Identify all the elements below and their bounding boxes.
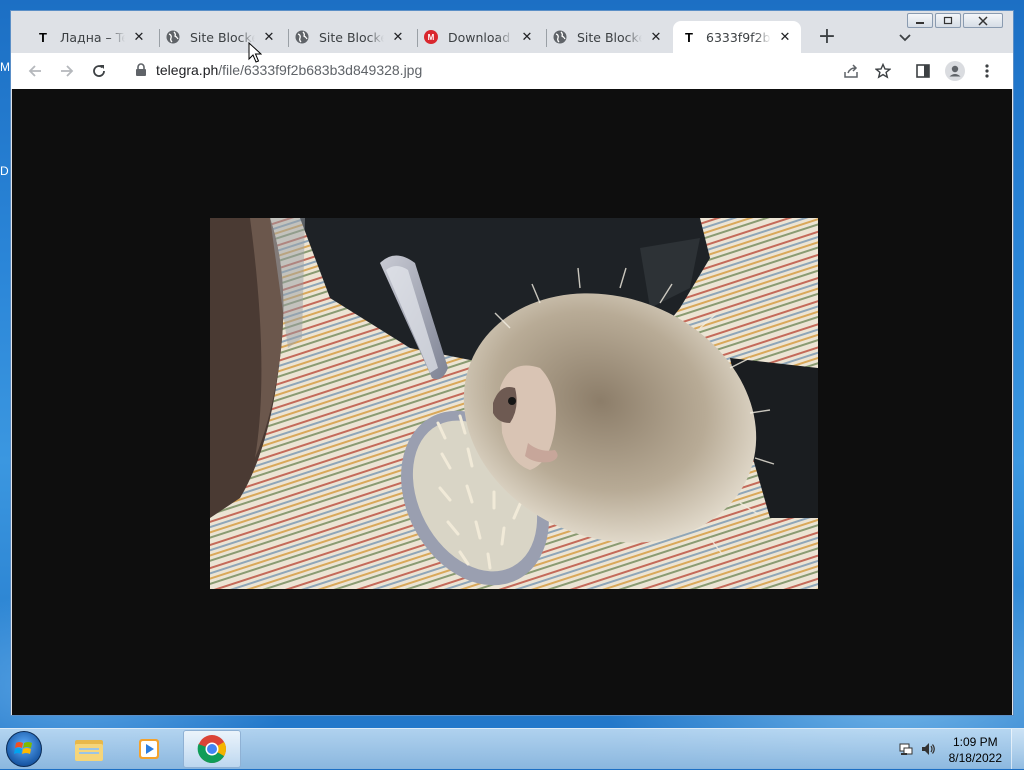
hedgehog-image: [210, 218, 818, 589]
browser-window: T Ладна – Telegraph ✕ Site Blocked ✕ Sit…: [10, 10, 1014, 716]
tab-close-icon[interactable]: ✕: [648, 29, 664, 45]
back-button[interactable]: [25, 61, 45, 81]
tab-close-icon[interactable]: ✕: [131, 29, 147, 45]
system-clock[interactable]: 1:09 PM 8/18/2022: [949, 734, 1002, 766]
share-icon: [844, 64, 858, 78]
tab-site-blocked[interactable]: Site Blocked ✕: [544, 21, 672, 53]
telegraph-t-icon: T: [685, 29, 693, 45]
tab-mega-download[interactable]: M Download - MEGA ✕: [415, 21, 543, 53]
tab-title: Download - MEGA: [448, 29, 513, 45]
tab-telegraph[interactable]: T Ладна – Telegraph ✕: [27, 21, 155, 53]
profile-button[interactable]: [945, 61, 965, 81]
reload-button[interactable]: [89, 61, 109, 81]
tab-close-icon[interactable]: ✕: [390, 29, 406, 45]
browser-menu-button[interactable]: [977, 61, 997, 81]
browser-toolbar: telegra.ph/file/6333f9f2b683b3d849328.jp…: [11, 53, 1013, 89]
windows-logo-icon: [14, 742, 32, 754]
tab-site-blocked[interactable]: Site Blocked ✕: [286, 21, 414, 53]
tab-title: 6333f9f2b683b3d849328.jpg: [706, 29, 771, 45]
taskbar-chrome-button[interactable]: [183, 730, 241, 768]
tab-close-icon[interactable]: ✕: [261, 29, 277, 45]
tab-title: Site Blocked: [190, 29, 255, 45]
globe-icon: [552, 29, 568, 45]
volume-icon[interactable]: [920, 741, 936, 757]
desktop-icon-label-partial: D: [0, 164, 9, 178]
share-button[interactable]: [841, 61, 861, 81]
forward-icon: [61, 65, 74, 77]
address-bar[interactable]: telegra.ph/file/6333f9f2b683b3d849328.jp…: [156, 62, 422, 78]
url-host: telegra.ph: [156, 62, 219, 78]
chevron-down-icon: [899, 34, 911, 42]
menu-icon: [985, 64, 989, 78]
tab-search-button[interactable]: [897, 29, 913, 45]
side-panel-icon: [916, 64, 930, 78]
lock-icon[interactable]: [135, 63, 147, 77]
tab-close-icon[interactable]: ✕: [777, 29, 793, 45]
clock-date: 8/18/2022: [948, 751, 1002, 765]
show-desktop-button[interactable]: [1011, 729, 1024, 769]
new-tab-button[interactable]: +: [817, 26, 837, 48]
desktop-icon-label-partial: M: [0, 60, 10, 74]
tab-close-icon[interactable]: ✕: [519, 29, 535, 45]
network-icon[interactable]: [898, 741, 914, 757]
forward-button[interactable]: [57, 61, 77, 81]
tab-title: Site Blocked: [577, 29, 642, 45]
folder-icon: [75, 740, 103, 761]
tab-title: Site Blocked: [319, 29, 384, 45]
page-viewport: [12, 89, 1012, 715]
taskbar-media-player-button[interactable]: [120, 730, 178, 768]
profile-icon: [945, 61, 965, 81]
clock-time: 1:09 PM: [952, 735, 998, 749]
tab-active-image[interactable]: T 6333f9f2b683b3d849328.jpg ✕: [673, 21, 801, 53]
bookmark-button[interactable]: [873, 61, 893, 81]
tab-title: Ладна – Telegraph: [60, 29, 125, 45]
bookmark-star-icon: [875, 63, 891, 79]
url-path: /file/6333f9f2b683b3d849328.jpg: [218, 62, 423, 78]
taskbar: 1:09 PM 8/18/2022: [0, 728, 1024, 769]
reload-icon: [93, 65, 105, 77]
back-icon: [28, 65, 41, 77]
start-button[interactable]: [6, 731, 42, 767]
mouse-cursor: [248, 42, 262, 63]
mega-icon: M: [423, 29, 439, 45]
taskbar-explorer-button[interactable]: [60, 730, 118, 768]
hedgehog-photo[interactable]: [210, 218, 818, 589]
media-player-icon: [139, 739, 159, 759]
chrome-icon: [197, 735, 226, 763]
telegraph-t-icon: T: [39, 29, 47, 45]
tab-site-blocked[interactable]: Site Blocked ✕: [157, 21, 285, 53]
side-panel-button[interactable]: [913, 61, 933, 81]
globe-icon: [165, 29, 181, 45]
tab-strip: T Ладна – Telegraph ✕ Site Blocked ✕ Sit…: [23, 19, 1013, 53]
globe-icon: [294, 29, 310, 45]
